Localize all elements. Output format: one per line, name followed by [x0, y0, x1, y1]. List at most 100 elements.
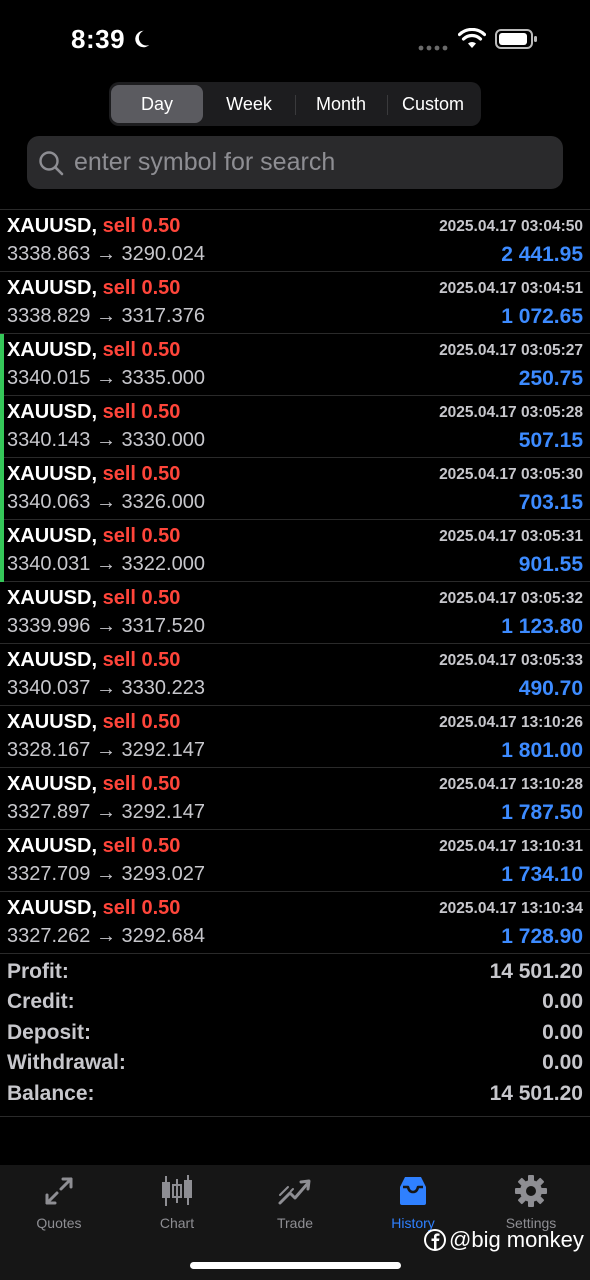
deal-time: 2025.04.17 13:10:28 — [439, 776, 583, 793]
deal-open-price: 3340.063 — [7, 491, 91, 513]
tab-trade-label: Trade — [276, 1215, 314, 1231]
deal-symbol: XAUUSD, — [7, 463, 98, 485]
price-arrow-icon: → — [95, 677, 116, 699]
tab-week[interactable]: Week — [203, 85, 295, 123]
summary-withdrawal-value: 0.00 — [542, 1051, 583, 1075]
home-indicator[interactable] — [190, 1262, 401, 1269]
deal-symbol: XAUUSD, — [7, 587, 98, 609]
deal-title: XAUUSD, sell 0.50 — [7, 525, 180, 548]
tab-day[interactable]: Day — [111, 85, 203, 123]
price-arrow-icon: → — [95, 429, 116, 451]
deal-side: sell 0.50 — [102, 711, 181, 733]
search-icon — [39, 150, 64, 175]
deal-profit: 1 787.50 — [501, 801, 583, 824]
deal-row[interactable]: XAUUSD, sell 0.50 2025.04.17 13:10:26 3328… — [0, 706, 590, 768]
tab-custom[interactable]: Custom — [387, 85, 479, 123]
deal-row[interactable]: XAUUSD, sell 0.50 2025.04.17 03:05:27 3340… — [0, 334, 590, 396]
deal-row[interactable]: XAUUSD, sell 0.50 2025.04.17 13:10:31 3327… — [0, 830, 590, 892]
deal-symbol: XAUUSD, — [7, 277, 98, 299]
deal-prices: 3340.143 → 3330.000 — [7, 429, 205, 452]
deal-title: XAUUSD, sell 0.50 — [7, 587, 180, 610]
price-arrow-icon: → — [95, 367, 116, 389]
deal-title: XAUUSD, sell 0.50 — [7, 773, 180, 796]
deal-side: sell 0.50 — [102, 525, 181, 547]
deal-time: 2025.04.17 03:05:27 — [439, 342, 583, 359]
deal-profit: 1 734.10 — [501, 863, 583, 886]
deal-open-price: 3338.863 — [7, 243, 91, 265]
deal-time: 2025.04.17 03:05:32 — [439, 590, 583, 607]
battery-icon — [495, 29, 537, 49]
deal-symbol: XAUUSD, — [7, 835, 98, 857]
price-arrow-icon: → — [95, 491, 116, 513]
deal-close-price: 3326.000 — [121, 491, 205, 513]
deal-side: sell 0.50 — [102, 835, 181, 857]
deal-row[interactable]: XAUUSD, sell 0.50 2025.04.17 03:05:28 3340… — [0, 396, 590, 458]
deal-close-price: 3330.000 — [121, 429, 205, 451]
deal-symbol: XAUUSD, — [7, 649, 98, 671]
deal-symbol: XAUUSD, — [7, 525, 98, 547]
tab-quotes[interactable]: Quotes — [0, 1173, 118, 1243]
deal-row[interactable]: XAUUSD, sell 0.50 2025.04.17 13:10:34 3327… — [0, 892, 590, 954]
cellular-signal-icon — [418, 45, 448, 51]
tab-month[interactable]: Month — [295, 85, 387, 123]
deal-side: sell 0.50 — [102, 277, 181, 299]
search-input[interactable] — [74, 148, 534, 177]
deal-symbol: XAUUSD, — [7, 897, 98, 919]
deal-title: XAUUSD, sell 0.50 — [7, 835, 180, 858]
deal-close-price: 3292.147 — [121, 739, 205, 761]
deal-prices: 3340.037 → 3330.223 — [7, 677, 205, 700]
deal-side: sell 0.50 — [102, 897, 181, 919]
deal-open-price: 3340.037 — [7, 677, 91, 699]
deal-row[interactable]: XAUUSD, sell 0.50 2025.04.17 13:10:28 3327… — [0, 768, 590, 830]
price-arrow-icon: → — [95, 615, 116, 637]
deal-prices: 3327.709 → 3293.027 — [7, 863, 205, 886]
chart-icon — [162, 1175, 192, 1206]
summary-credit-row: Credit: 0.00 — [0, 988, 590, 1018]
summary-profit-value: 14 501.20 — [489, 960, 583, 983]
deal-time: 2025.04.17 13:10:34 — [439, 900, 583, 917]
deal-row[interactable]: XAUUSD, sell 0.50 2025.04.17 03:05:31 3340… — [0, 520, 590, 582]
deal-title: XAUUSD, sell 0.50 — [7, 463, 180, 486]
moon-icon — [135, 30, 150, 48]
deal-close-price: 3290.024 — [121, 243, 205, 265]
deal-row[interactable]: XAUUSD, sell 0.50 2025.04.17 03:05:32 3339… — [0, 582, 590, 644]
deal-row[interactable]: XAUUSD, sell 0.50 2025.04.17 03:04:51 3338… — [0, 272, 590, 334]
watermark: @big monkey — [424, 1227, 584, 1253]
price-arrow-icon: → — [95, 305, 116, 327]
deal-profit: 2 441.95 — [501, 243, 583, 266]
deal-close-price: 3317.376 — [121, 305, 205, 327]
deal-open-price: 3339.996 — [7, 615, 91, 637]
deal-side: sell 0.50 — [102, 649, 181, 671]
deal-close-price: 3322.000 — [121, 553, 205, 575]
deal-open-price: 3340.031 — [7, 553, 91, 575]
deal-row[interactable]: XAUUSD, sell 0.50 2025.04.17 03:04:50 3338… — [0, 210, 590, 272]
account-summary: Profit: 14 501.20 Credit: 0.00 Deposit: … — [0, 958, 590, 1117]
deal-prices: 3327.897 → 3292.147 — [7, 801, 205, 824]
summary-profit-label: Profit: — [7, 960, 69, 983]
deal-time: 2025.04.17 03:05:33 — [439, 652, 583, 669]
deal-close-price: 3317.520 — [121, 615, 205, 637]
deal-row[interactable]: XAUUSD, sell 0.50 2025.04.17 03:05:30 3340… — [0, 458, 590, 520]
summary-credit-label: Credit: — [7, 990, 75, 1014]
deal-open-price: 3327.897 — [7, 801, 91, 823]
period-segmented-control: Day Week Month Custom — [109, 82, 481, 126]
status-bar: 8:39 — [0, 0, 590, 80]
deal-prices: 3340.015 → 3335.000 — [7, 367, 205, 390]
deal-time: 2025.04.17 13:10:31 — [439, 838, 583, 855]
deal-row[interactable]: XAUUSD, sell 0.50 2025.04.17 03:05:33 3340… — [0, 644, 590, 706]
facebook-icon — [424, 1229, 446, 1251]
trade-icon — [278, 1179, 311, 1205]
deal-symbol: XAUUSD, — [7, 215, 98, 237]
deal-symbol: XAUUSD, — [7, 401, 98, 423]
deal-symbol: XAUUSD, — [7, 773, 98, 795]
deal-prices: 3339.996 → 3317.520 — [7, 615, 205, 638]
tab-trade[interactable]: Trade — [236, 1173, 354, 1243]
deal-prices: 3338.829 → 3317.376 — [7, 305, 205, 328]
tab-chart[interactable]: Chart — [118, 1173, 236, 1243]
deal-side: sell 0.50 — [102, 401, 181, 423]
deals-list: XAUUSD, sell 0.50 2025.04.17 03:04:50 3338… — [0, 209, 590, 954]
search-bar[interactable] — [27, 136, 563, 189]
price-arrow-icon: → — [95, 925, 116, 947]
deal-prices: 3327.262 → 3292.684 — [7, 925, 205, 948]
deal-side: sell 0.50 — [102, 339, 181, 361]
